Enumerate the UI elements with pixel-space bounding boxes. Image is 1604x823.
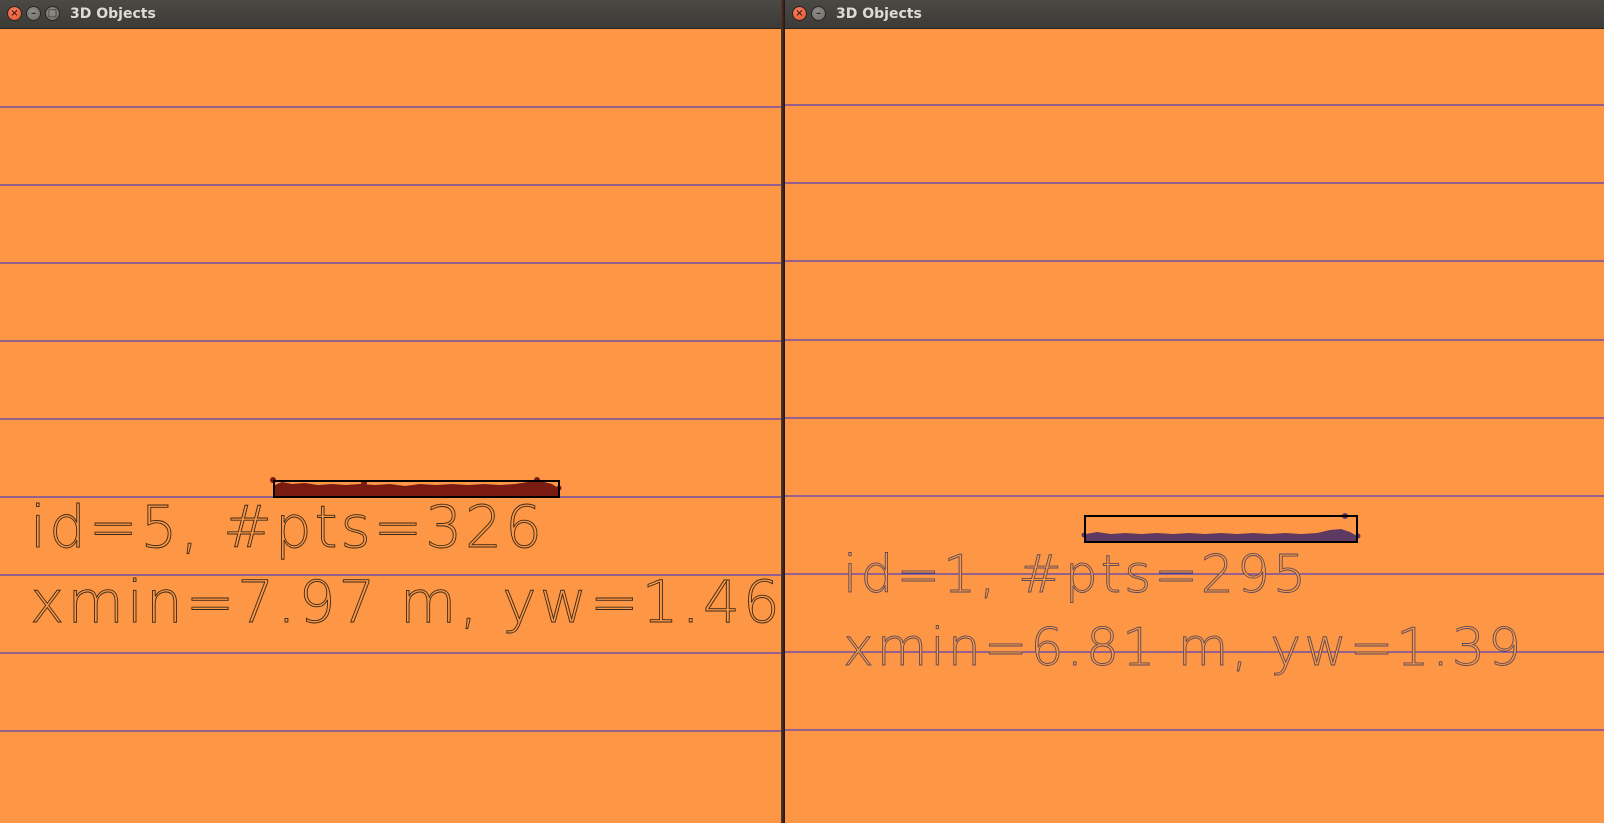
window-title: 3D Objects [836,6,922,22]
window-right: × – 3D Objects id=1, #pts=295 xmin=6.81 … [785,0,1604,823]
label-id-points: id=1, #pts=295 [843,545,1309,605]
object-label: id=5, #pts=326 xmin=7.97 m, yw=1.46 [30,493,781,637]
grid-lines [0,106,781,732]
topview-svg: id=1, #pts=295 xmin=6.81 m, yw=1.39 [785,104,1604,731]
window-left: × – □ 3D Objects id=5, #pts=326 xmin=7.9… [0,0,781,823]
close-icon[interactable]: × [792,6,807,21]
point-cloud [1086,529,1357,542]
title-bar[interactable]: × – □ 3D Objects [0,0,781,29]
maximize-icon[interactable]: □ [45,6,60,21]
close-icon[interactable]: × [7,6,22,21]
title-bar[interactable]: × – 3D Objects [785,0,1604,29]
label-xmin-yw: xmin=7.97 m, yw=1.46 [30,568,781,636]
minimize-icon[interactable]: – [26,6,41,21]
topview-svg: id=5, #pts=326 xmin=7.97 m, yw=1.46 [0,106,781,732]
topview-canvas: id=1, #pts=295 xmin=6.81 m, yw=1.39 [785,29,1604,823]
object-1 [1081,513,1361,543]
object-label: id=1, #pts=295 xmin=6.81 m, yw=1.39 [843,545,1524,679]
minimize-icon[interactable]: – [811,6,826,21]
cloud-point [420,486,426,492]
label-xmin-yw: xmin=6.81 m, yw=1.39 [843,618,1524,678]
window-title: 3D Objects [70,6,156,22]
topview-canvas: id=5, #pts=326 xmin=7.97 m, yw=1.46 [0,29,781,823]
label-id-points: id=5, #pts=326 [30,493,545,561]
